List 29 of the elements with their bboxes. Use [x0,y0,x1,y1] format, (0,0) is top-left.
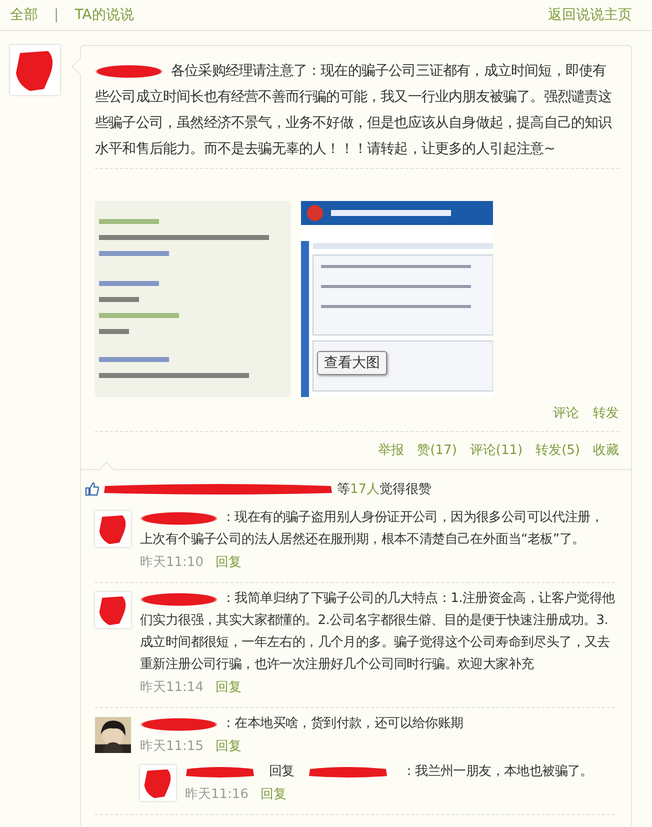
reply-label: 回复 [269,763,294,781]
avatar-image[interactable] [95,511,131,547]
action-link[interactable]: 转发 [593,405,619,423]
action-link[interactable]: 收藏 [593,441,619,459]
timestamp: 昨天11:14 [140,679,204,697]
likes-text: 等17人觉得很赞 [337,481,432,498]
reply-link[interactable]: 回复 [215,735,242,759]
comment-text: ：我兰州一朋友，本地也被骗了。 [402,763,593,781]
thumbs-up-icon [85,482,99,496]
timestamp: 昨天11:10 [140,554,204,572]
action-link[interactable]: 转发(5) [536,441,580,459]
action-link[interactable]: 评论(11) [470,441,523,459]
action-link[interactable]: 赞(17) [417,441,457,459]
avatar-image[interactable] [140,765,176,801]
reply-link[interactable]: 回复 [215,676,242,700]
timestamp: 昨天11:15 [140,738,204,756]
redaction-mark [185,765,255,779]
action-link[interactable]: 评论 [553,405,579,423]
action-link[interactable]: 举报 [378,441,404,459]
avatar-image[interactable] [10,45,60,95]
reply-link[interactable]: 回复 [260,783,286,807]
avatar-image[interactable] [95,592,131,628]
back-link[interactable]: 返回说说主页 [548,6,632,24]
timestamp: 昨天11:16 [185,786,248,804]
nav-link[interactable]: 全部 [10,6,38,24]
separator: | [54,7,59,23]
reply-link[interactable]: 回复 [215,551,242,575]
view-large-button[interactable]: 查看大图 [317,351,387,375]
nav-link[interactable]: TA的说说 [74,6,134,24]
